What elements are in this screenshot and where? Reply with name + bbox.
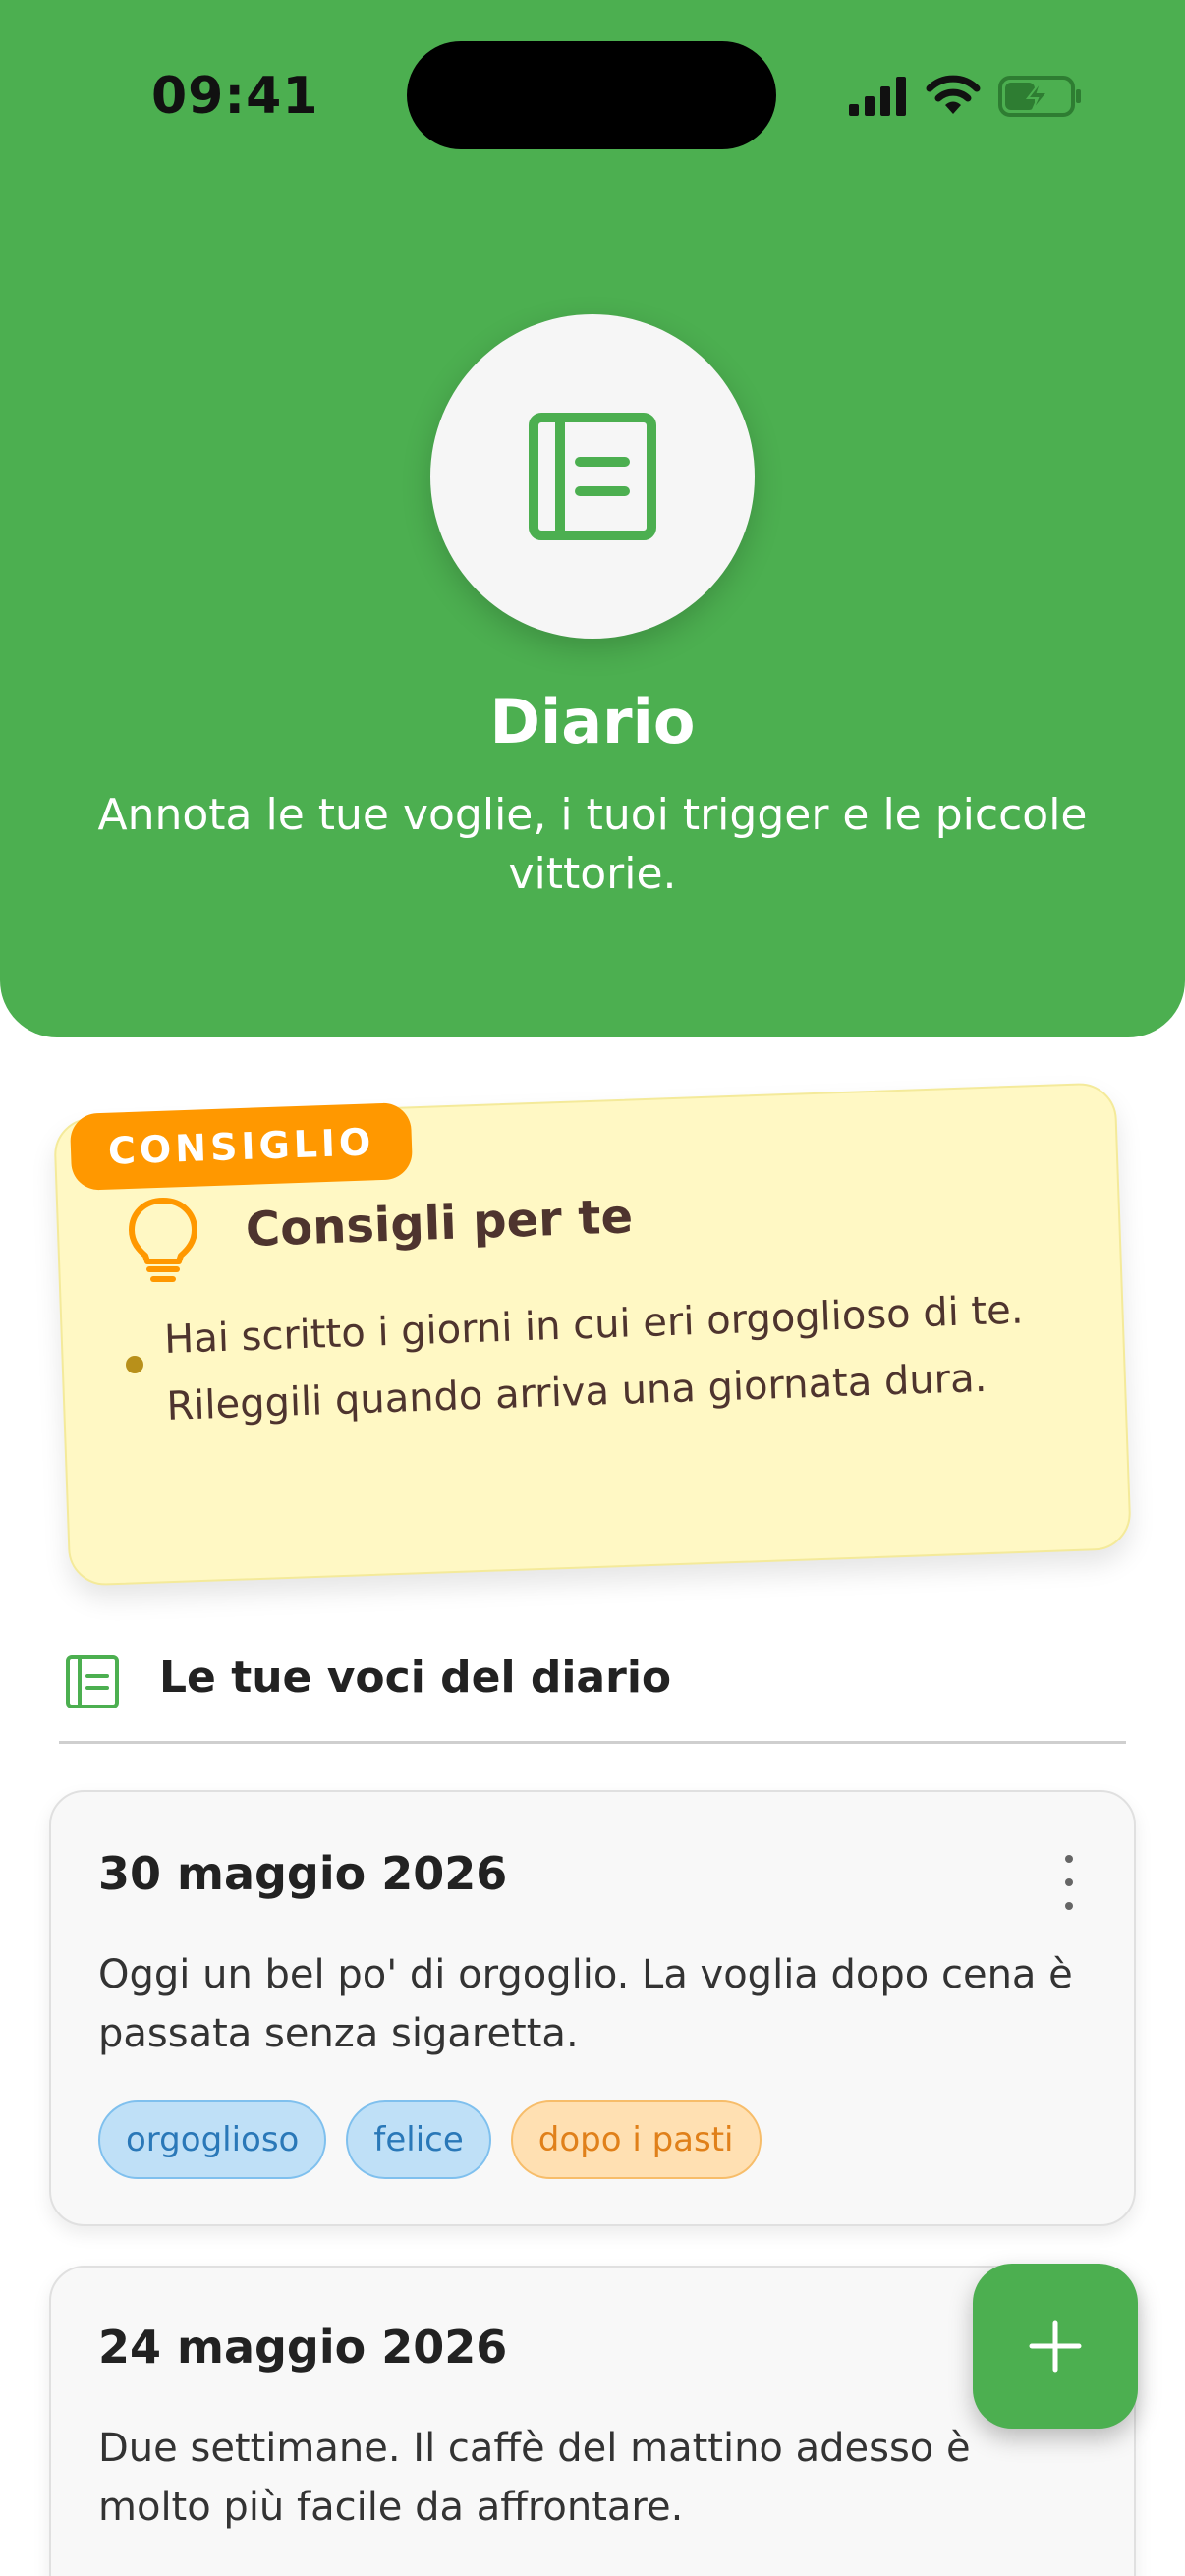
page-subtitle: Annota le tue voglie, i tuoi trigger e l… bbox=[97, 790, 1088, 899]
wifi-icon bbox=[926, 75, 981, 114]
plus-icon bbox=[1029, 2320, 1082, 2373]
lightbulb-icon bbox=[129, 1198, 198, 1282]
page-title: Diario bbox=[489, 686, 696, 757]
entry-date: 24 maggio 2026 bbox=[98, 2321, 508, 2374]
tag-chip: orgoglioso bbox=[98, 2100, 327, 2179]
tip-badge: CONSIGLIO bbox=[69, 1101, 414, 1192]
battery-charging-icon bbox=[998, 76, 1081, 117]
more-options-icon[interactable] bbox=[1063, 1855, 1075, 1910]
journal-entry-card[interactable]: 30 maggio 2026 Oggi un bel po' di orgogl… bbox=[49, 1790, 1136, 2226]
header: 09:41 Diario Annota le tue voglie, i tuo… bbox=[0, 0, 1185, 1037]
journal-icon bbox=[529, 413, 656, 540]
tag-chip: dopo i pasti bbox=[510, 2100, 762, 2179]
dynamic-island bbox=[407, 41, 776, 149]
diary-screen: 09:41 Diario Annota le tue voglie, i tuo… bbox=[0, 0, 1185, 2576]
entry-text: Oggi un bel po' di orgoglio. La voglia d… bbox=[98, 1952, 1073, 2056]
status-icons bbox=[847, 71, 1083, 122]
tip-bullet bbox=[126, 1356, 143, 1373]
add-entry-button[interactable] bbox=[973, 2264, 1138, 2429]
entry-text: Due settimane. Il caffè del mattino ades… bbox=[98, 2426, 971, 2530]
tag-chip: felice bbox=[346, 2100, 491, 2179]
status-time: 09:41 bbox=[151, 67, 319, 126]
entry-tags: orgoglioso felice dopo i pasti bbox=[98, 2100, 762, 2179]
signal-icon bbox=[849, 77, 906, 116]
entry-date: 30 maggio 2026 bbox=[98, 1847, 508, 1900]
hero-journal-badge bbox=[430, 314, 755, 639]
section-title: Le tue voci del diario bbox=[159, 1652, 672, 1703]
status-bar: 09:41 bbox=[0, 0, 1185, 196]
journal-icon bbox=[66, 1655, 119, 1708]
divider bbox=[59, 1741, 1126, 1744]
